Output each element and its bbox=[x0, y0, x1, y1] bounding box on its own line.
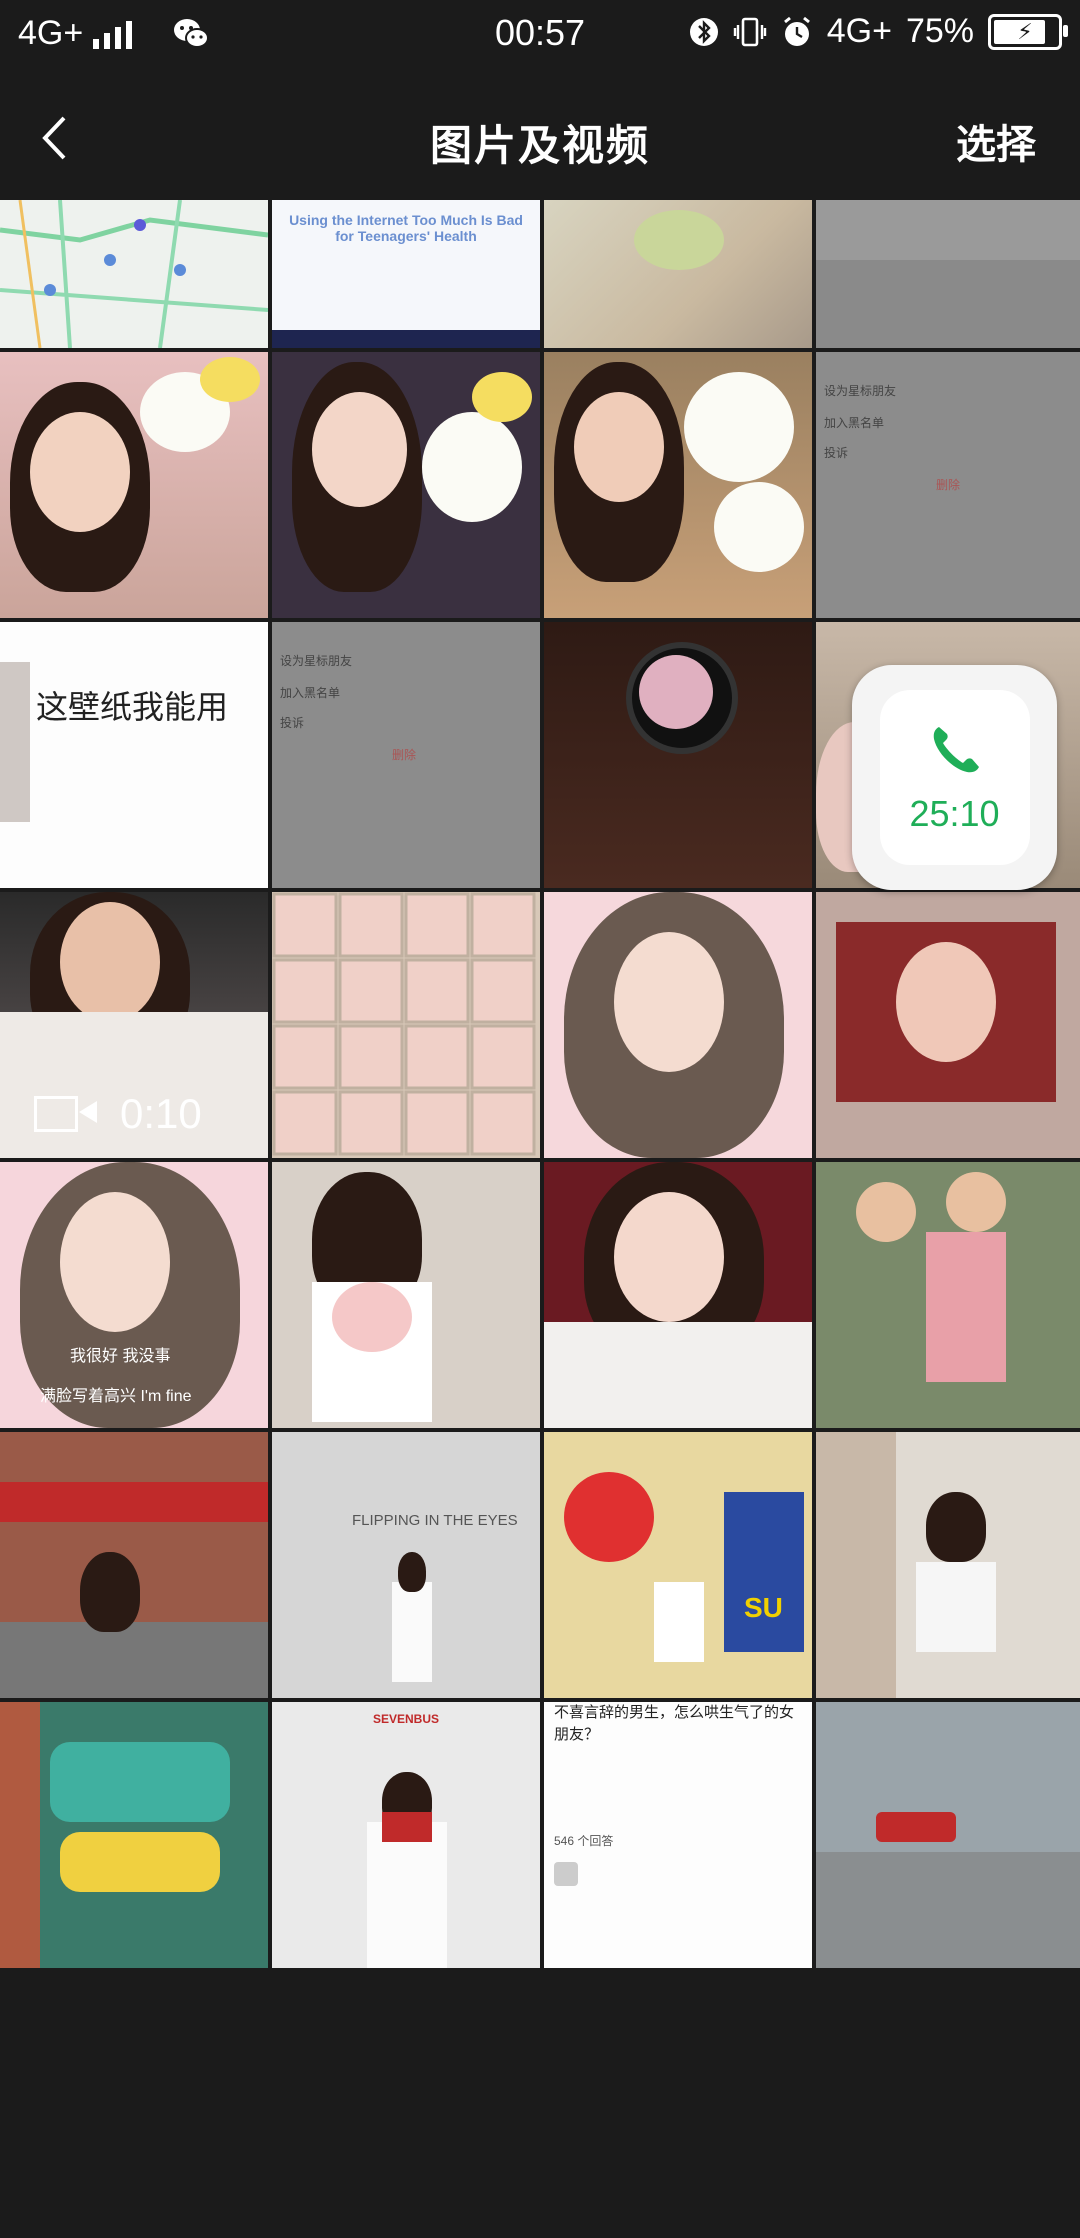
thumbnail-sticker[interactable]: 我很好 我没事 满脸写着高兴 I'm fine bbox=[0, 1162, 268, 1428]
sticker-text: 我很好 我没事 bbox=[70, 1348, 171, 1365]
thumbnail-photo[interactable] bbox=[272, 1162, 540, 1428]
video-icon bbox=[34, 1096, 97, 1132]
thumbnail-poster[interactable]: FLIPPING IN THE EYES bbox=[272, 1432, 540, 1698]
poster-text: FLIPPING IN THE EYES bbox=[352, 1512, 518, 1529]
menu-line: 投诉 bbox=[280, 716, 305, 730]
sign-text: SU bbox=[744, 1592, 783, 1623]
status-bar: 4G+ 00:57 4G+ 75% ⚡ bbox=[0, 0, 1080, 70]
select-button[interactable]: 选择 bbox=[956, 112, 1036, 170]
thumbnail-photo[interactable] bbox=[0, 1432, 268, 1698]
thumbnail-qa-screenshot[interactable]: 不喜言辞的男生，怎么哄生气了的女朋友？ 546 个回答 bbox=[544, 1702, 812, 1968]
media-grid: Using the Internet Too Much Is Bad for T… bbox=[0, 200, 1080, 2238]
collage-image bbox=[272, 892, 536, 1156]
wallpaper-text: 这壁纸我能用 bbox=[36, 688, 229, 726]
title-bar: 图片及视频 选择 bbox=[0, 70, 1080, 200]
sevenbus-sign: SEVENBUS bbox=[372, 1712, 440, 1726]
article-caption: Using the Internet Too Much Is Bad for T… bbox=[289, 212, 523, 244]
thumbnail-old-photo[interactable] bbox=[816, 1162, 1080, 1428]
sticker-text: 满脸写着高兴 I'm fine bbox=[40, 1388, 192, 1405]
menu-line: 设为星标朋友 bbox=[280, 654, 353, 668]
menu-line: 投诉 bbox=[824, 446, 849, 460]
bluetooth-icon bbox=[689, 17, 718, 46]
thumbnail-watch[interactable] bbox=[544, 622, 812, 888]
thumbnail-video[interactable]: 0:10 bbox=[0, 892, 268, 1158]
battery-icon: ⚡ bbox=[988, 13, 1068, 50]
phone-icon bbox=[933, 726, 979, 772]
thumbnail-photo[interactable] bbox=[0, 352, 268, 618]
thumbnail-article[interactable]: Using the Internet Too Much Is Bad for T… bbox=[272, 200, 540, 348]
thumbnail-photo[interactable] bbox=[544, 352, 812, 618]
thumbnail-photo[interactable] bbox=[544, 892, 812, 1158]
thumbnail-wallpaper-text[interactable]: 这壁纸我能用 bbox=[0, 622, 268, 888]
thumbnail-settings-screenshot[interactable]: 设为星标朋友 加入黑名单 投诉 删除 bbox=[816, 352, 1080, 618]
menu-line: 删除 bbox=[936, 478, 961, 492]
battery-percent: 75% bbox=[905, 12, 974, 50]
page-title: 图片及视频 bbox=[429, 122, 650, 169]
qa-title: 不喜言辞的男生，怎么哄生气了的女朋友？ bbox=[554, 1704, 795, 1743]
thumbnail-photo-collage[interactable] bbox=[272, 892, 540, 1158]
call-floating-widget[interactable]: 25:10 bbox=[852, 665, 1057, 890]
thumbnail-settings-screenshot[interactable]: 设为星标朋友 加入黑名单 投诉 删除 bbox=[272, 622, 540, 888]
menu-line: 设为星标朋友 bbox=[824, 384, 897, 398]
map-image bbox=[0, 200, 268, 348]
thumbnail-graffiti[interactable] bbox=[0, 1702, 268, 1968]
thumbnail-photo[interactable] bbox=[816, 1432, 1080, 1698]
thumbnail-photo[interactable] bbox=[544, 1162, 812, 1428]
menu-line: 删除 bbox=[392, 748, 417, 762]
vibrate-icon bbox=[733, 17, 766, 46]
thumbnail-photo[interactable] bbox=[272, 352, 540, 618]
thumbnail-elmo[interactable]: SU bbox=[544, 1432, 812, 1698]
network-type-right: 4G+ bbox=[826, 12, 892, 50]
alarm-icon bbox=[783, 16, 810, 46]
call-duration: 25:10 bbox=[909, 792, 1000, 834]
thumbnail-photo[interactable]: SEVENBUS bbox=[272, 1702, 540, 1968]
menu-line: 加入黑名单 bbox=[280, 686, 341, 700]
qa-answers: 546 个回答 bbox=[554, 1834, 614, 1848]
video-badge: 0:10 bbox=[34, 1090, 202, 1138]
video-duration: 0:10 bbox=[120, 1090, 202, 1137]
thumbnail-screenshot-gray[interactable] bbox=[816, 200, 1080, 348]
menu-line: 加入黑名单 bbox=[824, 416, 885, 430]
thumbnail-photo[interactable] bbox=[816, 892, 1080, 1158]
thumbnail-food[interactable] bbox=[544, 200, 812, 348]
thumbnail-map[interactable] bbox=[0, 200, 268, 348]
thumbnail-street[interactable] bbox=[816, 1702, 1080, 1968]
